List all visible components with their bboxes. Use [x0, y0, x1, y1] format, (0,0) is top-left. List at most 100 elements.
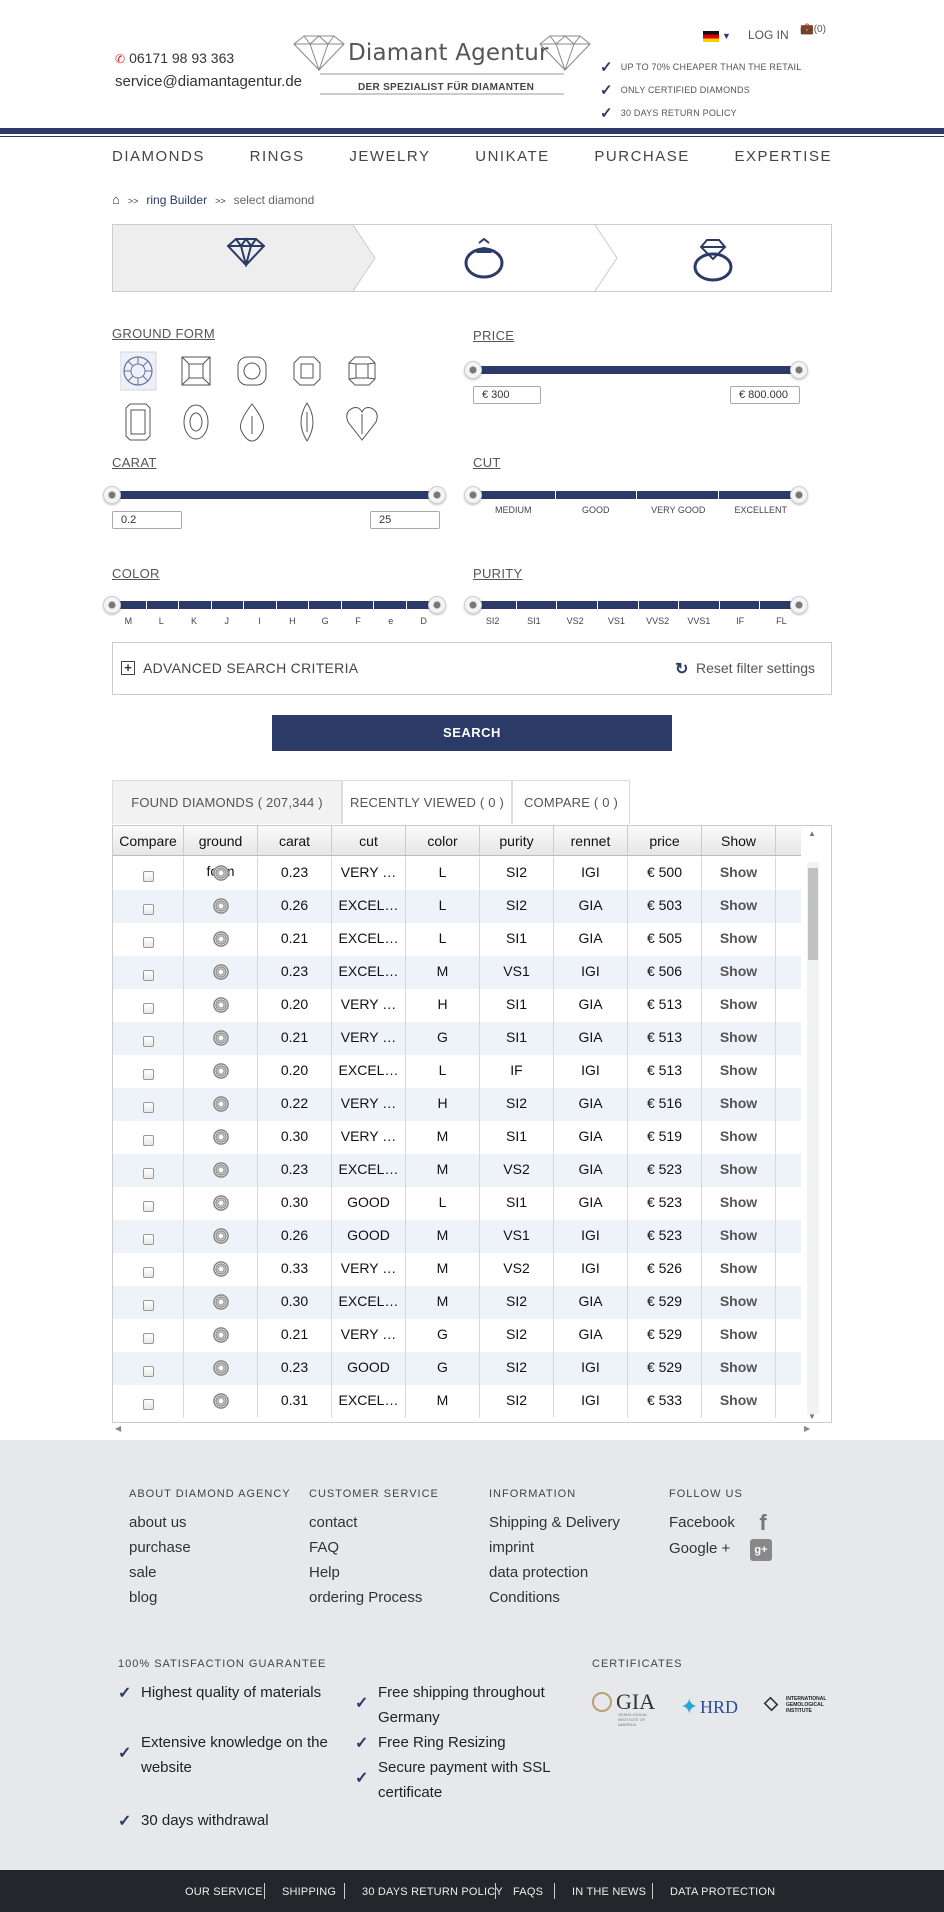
column-header[interactable]: price: [628, 826, 702, 855]
compare-checkbox[interactable]: [142, 1399, 154, 1410]
carat-max-input[interactable]: 25: [370, 511, 440, 529]
table-row[interactable]: 0.21 VERY … G SI1 GIA € 513 Show: [113, 1022, 801, 1055]
google-plus-icon[interactable]: g+: [750, 1539, 772, 1561]
princess-shape-icon[interactable]: [181, 356, 211, 386]
advanced-search-toggle[interactable]: ADVANCED SEARCH CRITERIA: [143, 660, 358, 676]
column-header[interactable]: ground form: [184, 826, 258, 879]
footer-bottom-link[interactable]: DATA PROTECTION: [670, 1886, 775, 1898]
chevron-down-icon[interactable]: ▼: [722, 31, 731, 41]
vertical-scrollbar-thumb[interactable]: [808, 868, 818, 960]
footer-link[interactable]: contact: [309, 1514, 357, 1531]
reset-icon[interactable]: ↻: [675, 659, 688, 679]
table-row[interactable]: 0.22 VERY … H SI2 GIA € 516 Show: [113, 1088, 801, 1121]
table-row[interactable]: 0.30 EXCEL… M SI2 GIA € 529 Show: [113, 1286, 801, 1319]
tab-recently-viewed[interactable]: RECENTLY VIEWED ( 0 ): [342, 780, 512, 824]
table-row[interactable]: 0.21 VERY … G SI2 GIA € 529 Show: [113, 1319, 801, 1352]
pear-shape-icon[interactable]: [240, 403, 264, 442]
horizontal-scrollbar[interactable]: ◀ ▶: [112, 1424, 816, 1436]
oval-shape-icon[interactable]: [183, 404, 209, 440]
column-header[interactable]: Compare: [113, 826, 184, 855]
show-link[interactable]: Show: [702, 1352, 776, 1385]
complete-ring-step-icon[interactable]: [691, 235, 735, 283]
scroll-left-icon[interactable]: ◀: [115, 1424, 121, 1433]
show-link[interactable]: Show: [702, 1187, 776, 1220]
compare-checkbox[interactable]: [142, 937, 154, 948]
nav-item-purchase[interactable]: PURCHASE: [594, 148, 689, 168]
show-link[interactable]: Show: [702, 1220, 776, 1253]
show-link[interactable]: Show: [702, 1286, 776, 1319]
footer-link[interactable]: imprint: [489, 1539, 534, 1556]
radiant-shape-icon[interactable]: [348, 356, 376, 386]
footer-bottom-link[interactable]: SHIPPING: [282, 1886, 336, 1898]
ring-setting-step-icon[interactable]: [463, 237, 505, 281]
show-link[interactable]: Show: [702, 956, 776, 989]
scroll-up-icon[interactable]: ▲: [808, 829, 816, 838]
column-header[interactable]: cut: [332, 826, 406, 855]
compare-checkbox[interactable]: [142, 1036, 154, 1047]
table-row[interactable]: 0.23 EXCEL… M VS2 GIA € 523 Show: [113, 1154, 801, 1187]
cut-min-handle[interactable]: [464, 486, 482, 504]
show-link[interactable]: Show: [702, 1253, 776, 1286]
table-row[interactable]: 0.31 EXCEL… M SI2 IGI € 533 Show: [113, 1385, 801, 1418]
facebook-link[interactable]: Facebook: [669, 1514, 735, 1531]
show-link[interactable]: Show: [702, 1154, 776, 1187]
carat-min-input[interactable]: 0.2: [112, 511, 182, 529]
compare-checkbox[interactable]: [142, 1300, 154, 1311]
show-link[interactable]: Show: [702, 1385, 776, 1418]
compare-checkbox[interactable]: [142, 1234, 154, 1245]
purity-min-handle[interactable]: [464, 596, 482, 614]
home-icon[interactable]: ⌂: [112, 192, 120, 207]
table-row[interactable]: 0.23 GOOD G SI2 IGI € 529 Show: [113, 1352, 801, 1385]
column-header[interactable]: purity: [480, 826, 554, 855]
footer-link[interactable]: sale: [129, 1564, 157, 1581]
facebook-icon[interactable]: f: [752, 1512, 774, 1534]
scroll-down-icon[interactable]: ▼: [808, 1412, 816, 1421]
price-max-input[interactable]: € 800.000: [730, 386, 800, 404]
breadcrumb-ring-builder[interactable]: ring Builder: [146, 193, 207, 207]
tab-compare[interactable]: COMPARE ( 0 ): [512, 780, 630, 824]
footer-bottom-link[interactable]: 30 DAYS RETURN POLICY: [362, 1886, 503, 1898]
nav-item-unikate[interactable]: UNIKATE: [475, 148, 549, 168]
compare-checkbox[interactable]: [142, 1333, 154, 1344]
nav-item-diamonds[interactable]: DIAMONDS: [112, 148, 205, 168]
table-row[interactable]: 0.23 VERY … L SI2 IGI € 500 Show: [113, 857, 801, 890]
table-row[interactable]: 0.23 EXCEL… M VS1 IGI € 506 Show: [113, 956, 801, 989]
show-link[interactable]: Show: [702, 1319, 776, 1352]
footer-link[interactable]: blog: [129, 1589, 157, 1606]
price-slider-track[interactable]: [475, 366, 800, 374]
footer-link[interactable]: Help: [309, 1564, 340, 1581]
carat-max-handle[interactable]: [428, 486, 446, 504]
carat-slider-track[interactable]: [113, 491, 438, 499]
table-row[interactable]: 0.21 EXCEL… L SI1 GIA € 505 Show: [113, 923, 801, 956]
tab-found-diamonds[interactable]: FOUND DIAMONDS ( 207,344 ): [112, 780, 342, 824]
column-header[interactable]: color: [406, 826, 480, 855]
cushion-shape-icon[interactable]: [237, 356, 267, 386]
cut-max-handle[interactable]: [790, 486, 808, 504]
show-link[interactable]: Show: [702, 890, 776, 923]
price-min-input[interactable]: € 300: [473, 386, 541, 404]
email-link[interactable]: service@diamantagentur.de: [115, 73, 302, 90]
compare-checkbox[interactable]: [142, 1135, 154, 1146]
table-row[interactable]: 0.30 GOOD L SI1 GIA € 523 Show: [113, 1187, 801, 1220]
show-link[interactable]: Show: [702, 989, 776, 1022]
footer-link[interactable]: Shipping & Delivery: [489, 1514, 620, 1531]
footer-link[interactable]: purchase: [129, 1539, 191, 1556]
nav-item-rings[interactable]: RINGS: [250, 148, 305, 168]
color-min-handle[interactable]: [103, 596, 121, 614]
footer-bottom-link[interactable]: IN THE NEWS: [572, 1886, 646, 1898]
column-header[interactable]: carat: [258, 826, 332, 855]
asscher-shape-icon[interactable]: [293, 356, 321, 386]
google-plus-link[interactable]: Google +: [669, 1540, 730, 1557]
table-row[interactable]: 0.26 EXCEL… L SI2 GIA € 503 Show: [113, 890, 801, 923]
marquise-shape-icon[interactable]: [300, 402, 314, 442]
reset-filter-button[interactable]: Reset filter settings: [696, 660, 815, 676]
footer-link[interactable]: ordering Process: [309, 1589, 422, 1606]
show-link[interactable]: Show: [702, 857, 776, 890]
color-max-handle[interactable]: [428, 596, 446, 614]
compare-checkbox[interactable]: [142, 904, 154, 915]
table-row[interactable]: 0.26 GOOD M VS1 IGI € 523 Show: [113, 1220, 801, 1253]
compare-checkbox[interactable]: [142, 970, 154, 981]
show-link[interactable]: Show: [702, 1121, 776, 1154]
table-row[interactable]: 0.20 EXCEL… L IF IGI € 513 Show: [113, 1055, 801, 1088]
heart-shape-icon[interactable]: [346, 407, 378, 441]
